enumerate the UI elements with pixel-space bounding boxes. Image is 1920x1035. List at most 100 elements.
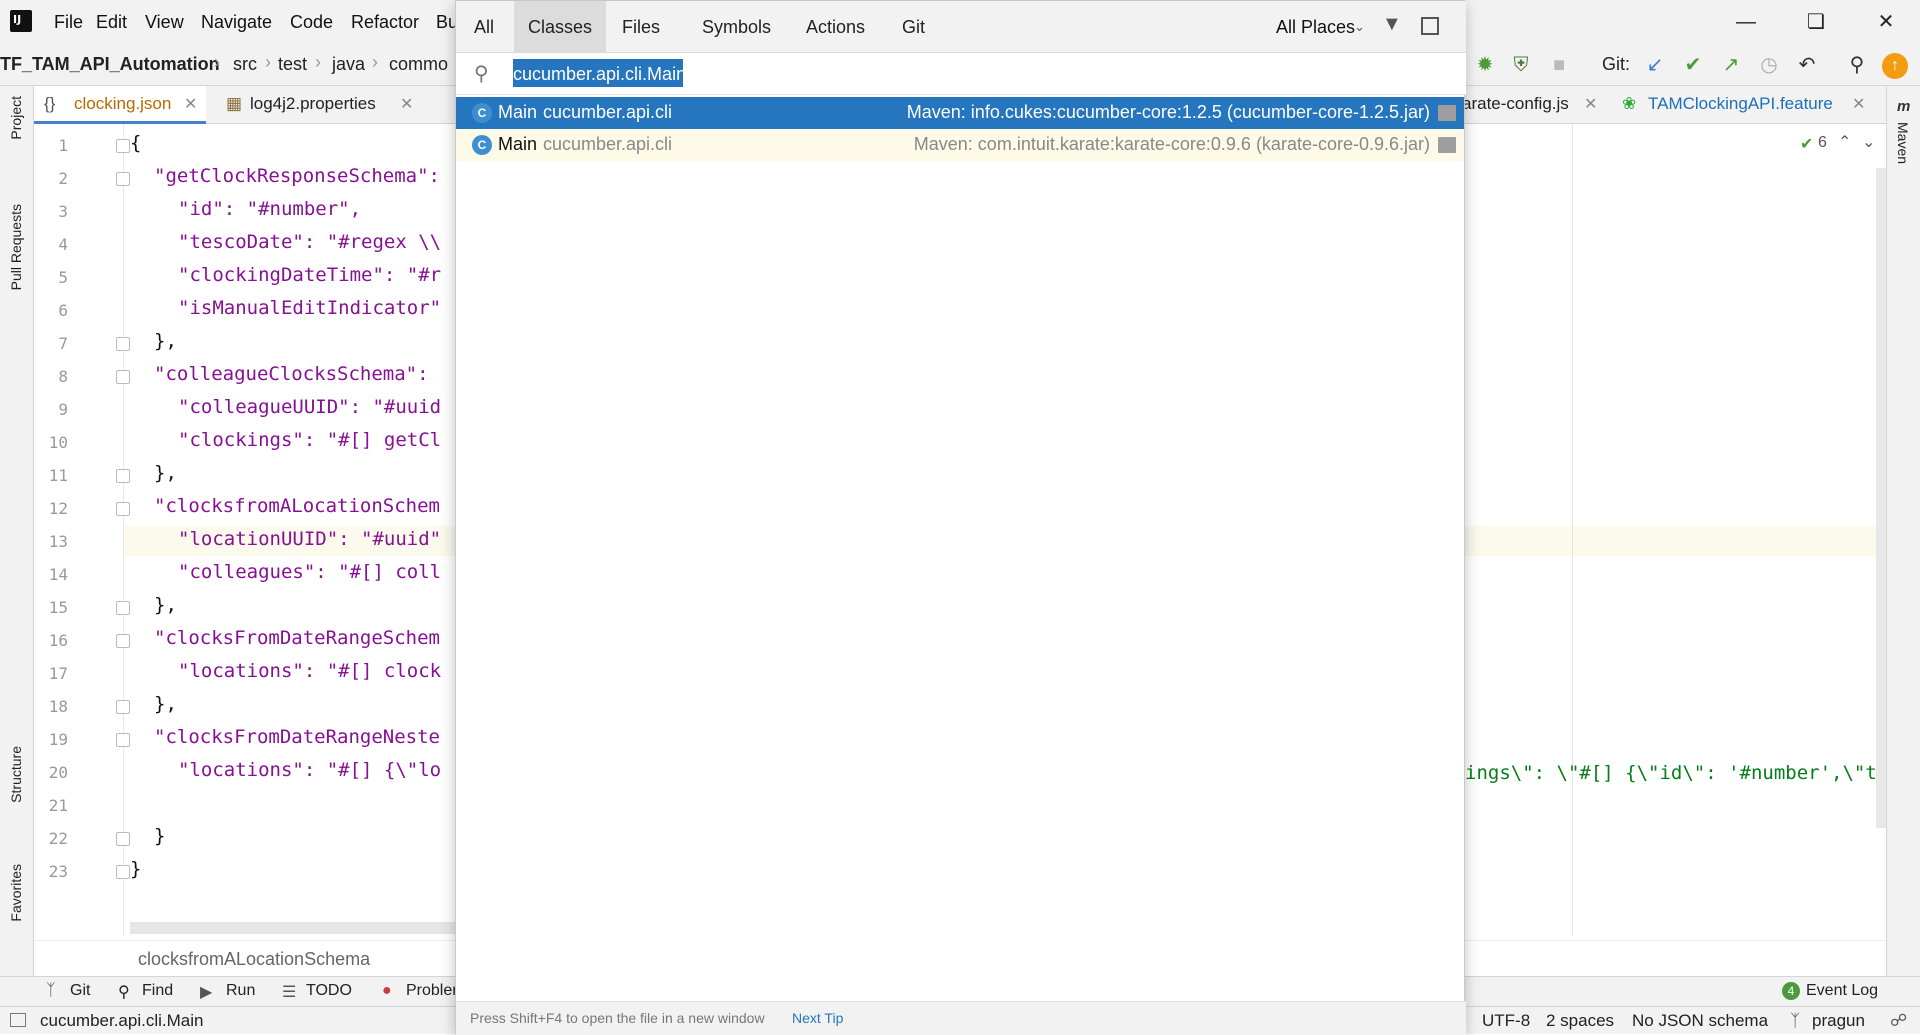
fold-marker-icon[interactable] [116, 865, 130, 879]
menu-navigate[interactable]: Navigate [201, 12, 272, 33]
code-line: "id": "#number", [178, 198, 362, 220]
result-row[interactable]: C Main cucumber.api.cli Maven: info.cuke… [456, 97, 1464, 129]
restore-button[interactable]: ❏ [1796, 8, 1836, 36]
fold-marker-icon[interactable] [116, 832, 130, 846]
code-line: "locationUUID": "#uuid" [178, 528, 442, 550]
git-branch-icon: ᛉ [46, 982, 56, 999]
result-row[interactable]: C Main cucumber.api.cli Maven: com.intui… [456, 129, 1464, 161]
code-line: "isManualEditIndicator" [178, 297, 442, 319]
tab-symbols[interactable]: Symbols [688, 1, 785, 53]
code-line: }, [154, 330, 177, 352]
menu-code[interactable]: Code [290, 12, 333, 33]
git-push-icon[interactable]: ↗ [1718, 52, 1744, 78]
fold-marker-icon[interactable] [116, 700, 130, 714]
code-line: }, [154, 594, 177, 616]
intellij-logo-icon [10, 10, 32, 32]
fold-marker-icon[interactable] [116, 733, 130, 747]
result-location: Maven: com.intuit.karate:karate-core:0.9… [913, 134, 1430, 154]
menu-file[interactable]: File [54, 12, 83, 33]
toggle-tool-windows-icon[interactable] [10, 1013, 26, 1027]
tab-log4j2-properties[interactable]: log4j2.properties [250, 94, 376, 114]
chevron-up-icon[interactable]: ⌃ [1838, 132, 1851, 152]
line-number: 9 [58, 400, 68, 419]
editor-breadcrumb[interactable]: clocksfromALocationSchema [138, 949, 370, 970]
tool-project[interactable]: Project [8, 96, 24, 140]
breadcrumb-common[interactable]: commo [389, 54, 448, 75]
breadcrumb-project[interactable]: TF_TAM_API_Automation [0, 54, 220, 75]
status-indent[interactable]: 2 spaces [1546, 1011, 1614, 1031]
close-window-button[interactable]: ✕ [1866, 8, 1906, 36]
status-json-schema[interactable]: No JSON schema [1632, 1011, 1768, 1031]
rollback-icon[interactable]: ↶ [1794, 52, 1820, 78]
popup-footer: Press Shift+F4 to open the file in a new… [456, 1001, 1466, 1035]
next-tip-link[interactable]: Next Tip [792, 1010, 843, 1026]
right-margin-guide [1572, 124, 1573, 936]
code-line: "colleagues": "#[] coll [178, 561, 442, 583]
inspection-count: 6 [1818, 134, 1827, 151]
fold-marker-icon[interactable] [116, 139, 130, 153]
open-in-tool-window-icon[interactable] [1421, 17, 1439, 35]
git-update-icon[interactable]: ↙ [1642, 52, 1668, 78]
close-tab-icon[interactable]: ✕ [184, 94, 197, 114]
lock-icon[interactable]: ☍ [1890, 1011, 1907, 1031]
tab-git[interactable]: Git [888, 1, 939, 53]
tab-tamclockingapi-feature[interactable]: TAMClockingAPI.feature [1648, 94, 1833, 114]
chevron-down-icon: ⌄ [1354, 19, 1365, 34]
coverage-icon[interactable]: ⛨ [1508, 52, 1534, 78]
tool-favorites[interactable]: Favorites [8, 864, 24, 922]
fold-marker-icon[interactable] [116, 601, 130, 615]
breadcrumb-src[interactable]: src [233, 54, 257, 75]
status-encoding[interactable]: UTF-8 [1482, 1011, 1530, 1031]
fold-marker-icon[interactable] [116, 502, 130, 516]
tab-files[interactable]: Files [608, 1, 674, 53]
vertical-scrollbar[interactable] [1876, 168, 1886, 828]
fold-marker-icon[interactable] [116, 370, 130, 384]
tool-maven[interactable]: Maven [1895, 122, 1911, 164]
breadcrumb-test[interactable]: test [278, 54, 307, 75]
tool-event-log[interactable]: Event Log [1806, 982, 1878, 1000]
menu-edit[interactable]: Edit [96, 12, 127, 33]
tool-todo[interactable]: TODO [306, 982, 352, 1000]
tab-karate-config-js[interactable]: arate-config.js [1462, 94, 1569, 114]
tab-all[interactable]: All [460, 1, 508, 53]
git-commit-icon[interactable]: ✔ [1680, 52, 1706, 78]
tool-pull-requests[interactable]: Pull Requests [8, 204, 24, 290]
code-line: "locations": "#[] {\"lo [178, 759, 442, 781]
scope-dropdown[interactable]: All Places [1276, 17, 1355, 38]
menu-refactor[interactable]: Refactor [351, 12, 419, 33]
inspection-ok-icon[interactable]: ✔ [1800, 134, 1813, 154]
status-git-branch[interactable]: pragun [1812, 1011, 1865, 1031]
breadcrumb-java[interactable]: java [332, 54, 365, 75]
line-number: 5 [58, 268, 68, 287]
fold-marker-icon[interactable] [116, 469, 130, 483]
tool-run[interactable]: Run [226, 982, 255, 1000]
code-line: "clocksfromALocationSchem [154, 495, 440, 517]
horizontal-scrollbar[interactable] [130, 922, 455, 934]
chevron-down-icon[interactable]: ⌄ [1862, 132, 1875, 152]
tool-git[interactable]: Git [70, 982, 90, 1000]
code-line-20-tail: ings\": \"#[] {\"id\": '#number',\"t [1465, 762, 1877, 784]
history-icon[interactable]: ◷ [1756, 52, 1782, 78]
close-tab-icon[interactable]: ✕ [1584, 94, 1597, 114]
close-tab-icon[interactable]: ✕ [1852, 94, 1865, 114]
fold-marker-icon[interactable] [116, 634, 130, 648]
close-tab-icon[interactable]: ✕ [400, 94, 413, 114]
tab-label: clocking.json [74, 94, 172, 113]
line-number: 7 [58, 334, 68, 353]
stop-icon[interactable]: ■ [1546, 52, 1572, 78]
tab-actions[interactable]: Actions [792, 1, 879, 53]
update-icon[interactable]: ↑ [1882, 53, 1908, 79]
minimize-button[interactable]: — [1726, 8, 1766, 36]
debug-icon[interactable]: ✹ [1472, 52, 1498, 78]
fold-marker-icon[interactable] [116, 337, 130, 351]
event-log-count: 4 [1782, 982, 1800, 1000]
menu-view[interactable]: View [145, 12, 184, 33]
search-input[interactable] [513, 59, 1173, 89]
tab-classes[interactable]: Classes [514, 1, 607, 53]
tool-find[interactable]: Find [142, 982, 173, 1000]
tool-structure[interactable]: Structure [8, 746, 24, 803]
filter-icon[interactable]: ▼ [1382, 13, 1402, 36]
fold-marker-icon[interactable] [116, 172, 130, 186]
search-everywhere-icon[interactable]: ⚲ [1844, 52, 1870, 78]
tool-problems[interactable]: Problen [406, 982, 461, 1000]
